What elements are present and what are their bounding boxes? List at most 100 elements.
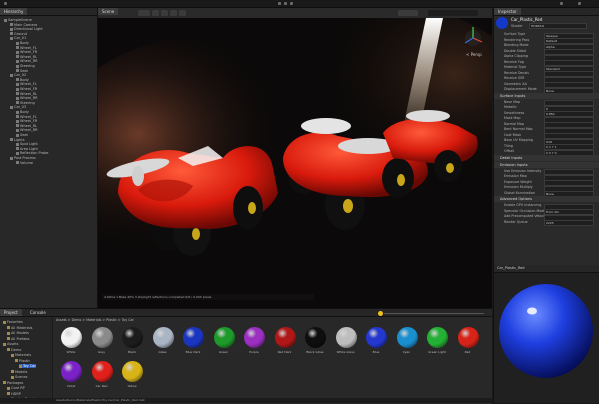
hierarchy-item[interactable]: Wheel_RL — [16, 55, 37, 59]
pause-button[interactable] — [284, 2, 287, 5]
material-asset[interactable]: Black — [119, 327, 145, 357]
project-folder-tree[interactable]: Favorites All Materials All Models All Pref… — [0, 317, 53, 404]
tab-hierarchy[interactable]: Hierarchy — [0, 8, 28, 15]
folder-label: HDRP — [11, 391, 21, 396]
hierarchy-item-label: Post Process — [14, 156, 36, 160]
hierarchy-item[interactable]: Area Light — [16, 147, 38, 151]
project-folder[interactable]: All Materials — [7, 326, 33, 330]
step-button[interactable] — [290, 2, 293, 5]
account-icon[interactable] — [4, 2, 7, 5]
hierarchy-item[interactable]: Wheel_FL — [16, 46, 37, 50]
hierarchy-item[interactable]: Wheel_RR — [16, 96, 38, 100]
audio-toggle[interactable] — [170, 10, 177, 16]
project-folder[interactable]: Scenes — [11, 375, 28, 379]
project-folder[interactable]: Materials — [11, 353, 31, 357]
preview-sphere[interactable] — [494, 273, 599, 403]
zoom-slider-track[interactable] — [384, 313, 484, 314]
hierarchy-item[interactable]: Steering — [16, 101, 35, 105]
hierarchy-item[interactable]: Seat — [16, 69, 28, 73]
material-asset[interactable]: Blue — [363, 327, 389, 357]
hierarchy-item[interactable]: Wheel_FL — [16, 82, 37, 86]
hierarchy-item[interactable]: Wheel_RL — [16, 124, 37, 128]
scene-view[interactable]: Scene < Persp 4.00ms 1 Bake 40% 3 stopli… — [98, 8, 492, 308]
project-folder[interactable]: All Models — [7, 331, 29, 335]
hierarchy-item[interactable]: Ground — [10, 32, 27, 36]
shader-dropdown[interactable]: HDRP/Lit — [529, 23, 587, 29]
inspector-section-header[interactable]: Emission Inputs — [494, 161, 599, 168]
hierarchy-item[interactable]: Wheel_FR — [16, 50, 37, 54]
zoom-slider-handle[interactable] — [378, 311, 383, 316]
play-button[interactable] — [278, 2, 281, 5]
lighting-toggle[interactable] — [161, 10, 168, 16]
hierarchy-item[interactable]: Lights — [10, 138, 25, 142]
material-asset[interactable]: Green — [211, 327, 237, 357]
project-folder[interactable]: Favorites — [3, 320, 23, 324]
inspector-section-header[interactable]: Advanced Options — [494, 196, 599, 202]
project-folder[interactable]: Core RP — [7, 386, 25, 390]
material-asset[interactable]: Red — [455, 327, 481, 357]
hierarchy-item[interactable]: Car_01 — [10, 36, 26, 40]
hierarchy-item[interactable]: Spot Light — [16, 142, 38, 146]
breadcrumb[interactable]: Assets > Demo > Materials > Plastic > To… — [56, 318, 134, 322]
hierarchy-item[interactable]: Main Camera — [10, 23, 37, 27]
material-asset[interactable]: Green Light — [424, 327, 450, 357]
hierarchy-item[interactable]: Car_02 — [10, 73, 26, 77]
hierarchy-item[interactable]: Post Process — [10, 156, 36, 160]
tab-inspector[interactable]: Inspector — [494, 8, 521, 15]
material-name: White — [66, 350, 76, 354]
effects-toggle[interactable] — [179, 10, 186, 16]
hierarchy-item[interactable]: Body — [16, 78, 29, 82]
render-queue-field[interactable]: 2225 — [544, 220, 594, 226]
hierarchy-item[interactable]: Body — [16, 41, 29, 45]
inspector-section-header[interactable]: Detail Inputs — [494, 154, 599, 161]
hierarchy-item[interactable]: SampleScene — [4, 18, 32, 22]
scene-search-input[interactable] — [428, 10, 478, 16]
material-asset[interactable]: Grey — [89, 327, 115, 357]
material-asset[interactable]: Violet — [58, 361, 84, 391]
hierarchy-item[interactable]: Body — [16, 110, 29, 114]
material-asset[interactable]: Black Gloss — [302, 327, 328, 357]
inspector-section-header[interactable]: Surface Inputs — [494, 92, 599, 99]
shading-mode-dropdown[interactable] — [138, 10, 150, 16]
material-asset[interactable]: Cyan — [394, 327, 420, 357]
layers-dropdown[interactable] — [560, 2, 563, 5]
material-asset[interactable]: Car Red — [89, 361, 115, 391]
material-asset[interactable]: Blue Dark — [180, 327, 206, 357]
project-folder[interactable]: Models — [11, 370, 27, 374]
folder-icon — [19, 364, 22, 368]
project-folder[interactable]: Packages — [3, 381, 23, 385]
project-folder[interactable]: Demo — [7, 348, 21, 352]
tab-console[interactable]: Console — [26, 309, 50, 316]
project-folder[interactable]: Plastic — [15, 359, 30, 363]
hierarchy-item[interactable]: Wheel_RR — [16, 59, 38, 63]
material-asset[interactable]: Red Dark — [272, 327, 298, 357]
hierarchy-item[interactable]: Directional Light — [10, 27, 43, 31]
hierarchy-item[interactable]: Car_03 — [10, 105, 26, 109]
project-folder[interactable]: All Prefabs — [7, 337, 29, 341]
hierarchy-item[interactable]: Wheel_RR — [16, 128, 38, 132]
view-label[interactable]: < Persp — [466, 52, 482, 57]
material-asset[interactable]: Yellow — [119, 361, 145, 391]
material-asset[interactable]: White — [58, 327, 84, 357]
tab-project[interactable]: Project — [0, 309, 22, 316]
project-folder[interactable]: Toy Car — [19, 364, 36, 368]
material-asset[interactable]: White Gloss — [333, 327, 359, 357]
hierarchy-item-label: Wheel_RL — [20, 91, 38, 96]
hierarchy-item[interactable]: Wheel_FL — [16, 115, 37, 119]
property-label: Global Illumination — [504, 190, 536, 195]
hierarchy-item[interactable]: Wheel_RL — [16, 92, 37, 96]
hierarchy-item[interactable]: Seat — [16, 133, 28, 137]
gizmos-dropdown[interactable] — [398, 10, 418, 16]
hierarchy-item[interactable]: Reflection Probe — [16, 151, 48, 155]
material-asset[interactable]: Glass — [150, 327, 176, 357]
project-folder[interactable]: HDRP — [7, 392, 21, 396]
2d-toggle[interactable] — [152, 10, 159, 16]
hierarchy-item[interactable]: Wheel_FR — [16, 119, 37, 123]
layout-dropdown[interactable] — [578, 2, 581, 5]
hierarchy-item[interactable]: Wheel_FR — [16, 87, 37, 91]
hierarchy-item[interactable]: Steering — [16, 64, 35, 68]
material-asset[interactable]: Purple — [241, 327, 267, 357]
tab-scene[interactable]: Scene — [98, 8, 119, 15]
project-folder[interactable]: Assets — [3, 342, 18, 346]
hierarchy-item[interactable]: Volume — [16, 161, 33, 165]
